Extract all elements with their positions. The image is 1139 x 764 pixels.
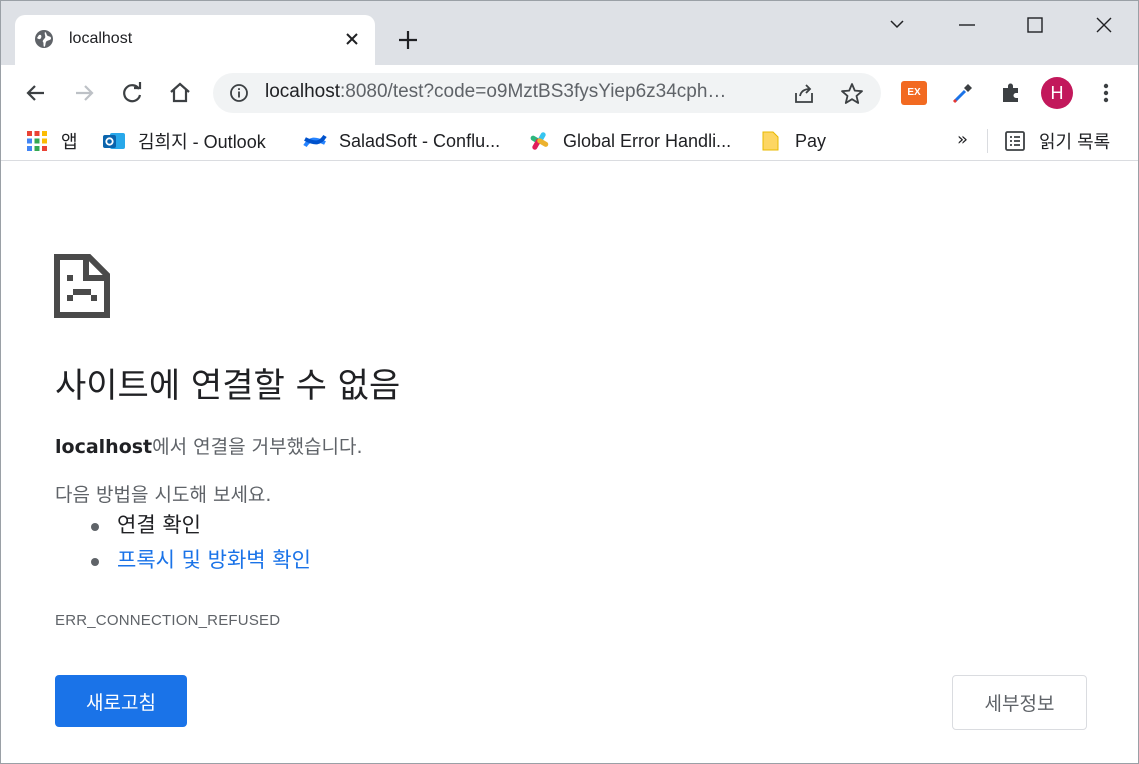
minimize-icon[interactable] [953,11,981,39]
address-bar[interactable]: localhost:8080/test?code=o9MztBS3fysYiep… [213,73,881,113]
tab-title: localhost [69,30,133,47]
reading-list-button[interactable]: 읽기 목록 [1003,129,1110,153]
bookmarks-bar: 앱 김희지 - Outlook SaladSoft - Conflu... Gl… [1,121,1138,161]
reload-button[interactable]: 새로고침 [55,675,187,727]
reading-list-label: 읽기 목록 [1039,132,1111,152]
info-icon[interactable] [229,83,249,103]
reload-icon[interactable] [118,79,146,107]
bookmarks-divider [987,129,988,153]
eyedropper-icon[interactable] [949,79,977,107]
bookmark-outlook[interactable]: 김희지 - Outlook [102,129,266,153]
error-message: localhost에서 연결을 거부했습니다. [55,432,363,459]
back-icon[interactable] [22,79,50,107]
error-title: 사이트에 연결할 수 없음 [55,366,401,406]
globe-icon [35,30,53,48]
suggestion-check-connection: 연결 확인 [91,510,311,545]
kebab-menu-icon[interactable] [1092,79,1120,107]
bookmark-confluence[interactable]: SaladSoft - Conflu... [303,129,500,153]
suggestion-check-proxy-firewall-link[interactable]: 프록시 및 방화벽 확인 [91,545,311,580]
close-window-icon[interactable] [1090,11,1118,39]
url-path: :8080/test?code=o9MztBS3fysYiep6z34cph… [340,81,727,102]
error-message-text: 에서 연결을 거부했습니다. [152,436,363,458]
chevron-down-icon[interactable] [883,11,911,39]
bookmark-slack[interactable]: Global Error Handli... [527,129,731,153]
home-icon[interactable] [166,79,194,107]
close-icon[interactable] [341,28,363,50]
bookmark-apps[interactable]: 앱 [25,129,78,153]
apps-grid-icon [27,131,47,151]
folder-icon [762,131,779,151]
puzzle-icon[interactable] [997,79,1025,107]
slack-icon [530,132,549,150]
details-button[interactable]: 세부정보 [952,675,1087,730]
try-label: 다음 방법을 시도해 보세요. [55,484,272,506]
bookmark-label: SaladSoft - Conflu... [339,130,501,151]
bookmark-pay[interactable]: Pay [759,129,826,153]
plus-icon[interactable] [395,27,421,53]
url-host: localhost [265,81,340,102]
error-host: localhost [55,436,153,458]
reading-list-icon [1005,131,1025,151]
confluence-icon [303,134,327,148]
bookmark-label: 김희지 - Outlook [138,132,266,152]
profile-avatar[interactable]: H [1041,77,1073,109]
bookmarks-overflow-button[interactable]: » [957,129,968,150]
error-page: 사이트에 연결할 수 없음 localhost에서 연결을 거부했습니다. 다음… [1,162,1138,763]
error-code: ERR_CONNECTION_REFUSED [55,612,281,629]
extension-ex-icon[interactable]: EX [901,81,927,105]
tab-localhost[interactable]: localhost [15,15,375,65]
tab-strip: localhost [1,1,1138,65]
sad-page-icon [54,254,110,318]
toolbar: localhost:8080/test?code=o9MztBS3fysYiep… [1,65,1138,121]
url-text[interactable]: localhost:8080/test?code=o9MztBS3fysYiep… [265,81,726,103]
star-icon[interactable] [839,81,865,107]
bookmark-label: Pay [795,130,827,151]
bookmark-label: 앱 [61,132,78,152]
browser-window: localhost localhost:8080/test?code=o9Mzt… [0,0,1139,764]
share-icon[interactable] [791,81,817,107]
maximize-icon[interactable] [1021,11,1049,39]
suggestions-list: 연결 확인 프록시 및 방화벽 확인 [91,510,311,580]
forward-icon[interactable] [70,79,98,107]
bookmark-label: Global Error Handli... [563,130,732,151]
outlook-icon [103,133,125,149]
